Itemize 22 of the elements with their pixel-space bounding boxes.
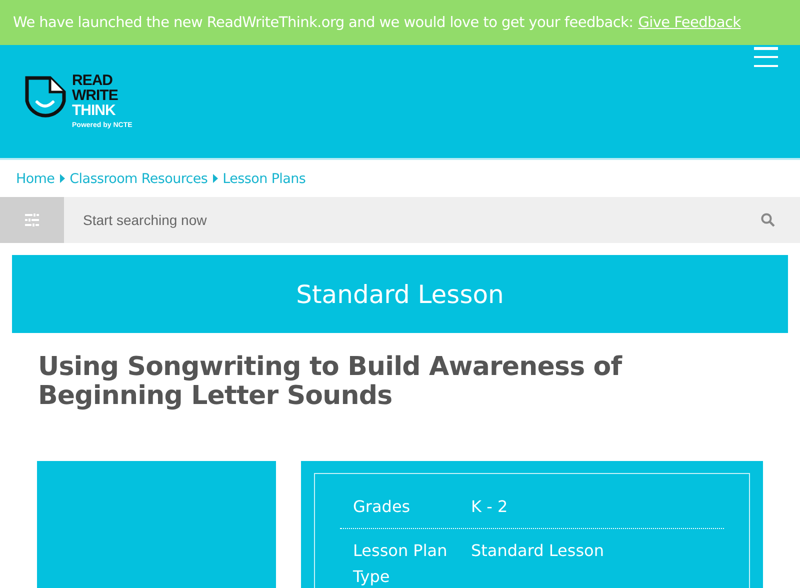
filter-button[interactable]: [0, 197, 64, 243]
search-field[interactable]: Start searching now: [81, 211, 761, 229]
search-bar[interactable]: Start searching now: [64, 197, 800, 243]
breadcrumb-link[interactable]: Home: [16, 170, 55, 186]
detail-label: Lesson Plan Type: [353, 540, 448, 588]
breadcrumb-link[interactable]: Lesson Plans: [222, 170, 306, 186]
announcement-text: We have launched the new ReadWriteThink.org and we would love to get your feedback:: [13, 14, 634, 30]
logo-text: WRITE: [72, 88, 119, 103]
logo-text: THINK: [72, 103, 116, 118]
search-icon[interactable]: [761, 213, 775, 227]
caret-icon: [60, 174, 65, 183]
detail-value: Standard Lesson: [471, 540, 604, 562]
detail-value: K - 2: [471, 496, 508, 518]
detail-label: Grades: [353, 496, 412, 518]
lesson-title: Using Songwriting to Build Awareness of Beginning Letter Sounds: [38, 353, 624, 411]
sliders-icon: [24, 213, 40, 227]
breadcrumb-link[interactable]: Classroom Resources: [70, 170, 208, 186]
caret-icon: [212, 174, 218, 183]
give-feedback-link[interactable]: Give Feedback: [638, 14, 741, 30]
logo-text: READ: [72, 73, 114, 88]
lesson-type-text: Standard Lesson: [296, 280, 504, 308]
menu-icon[interactable]: [754, 47, 778, 67]
